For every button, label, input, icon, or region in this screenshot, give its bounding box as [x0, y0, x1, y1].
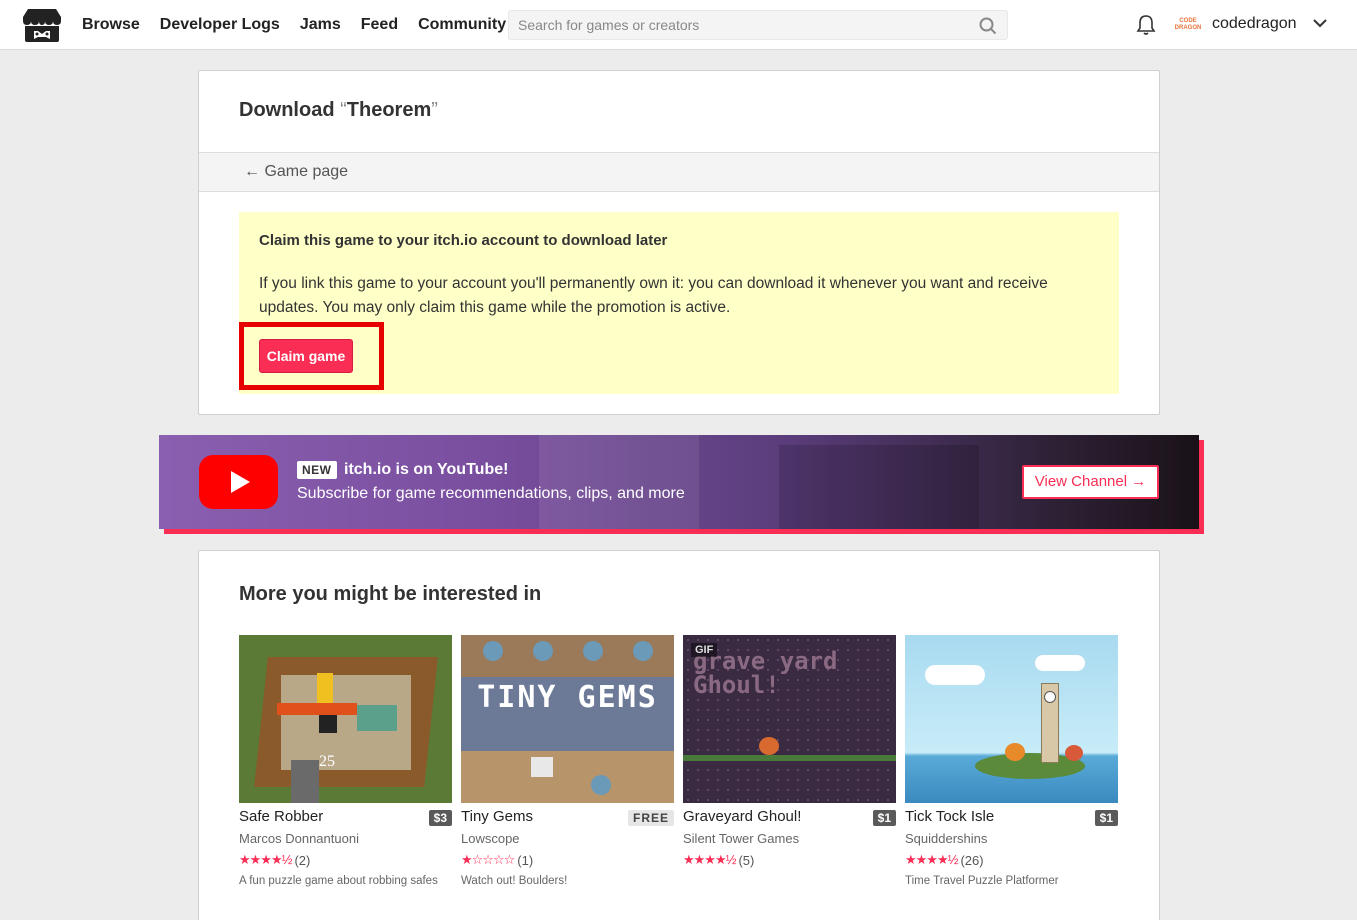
game-rating: ★★★★½ (26)	[905, 852, 984, 868]
claim-box: Claim this game to your itch.io account …	[239, 212, 1119, 394]
game-name[interactable]: Tiny Gems	[461, 808, 533, 825]
price-badge: FREE	[627, 810, 674, 826]
open-quote: “	[340, 99, 347, 121]
game-rating: ★★★★½ (5)	[683, 852, 754, 868]
nav-community[interactable]: Community	[418, 16, 506, 34]
view-channel-button[interactable]: View Channel →	[1022, 465, 1159, 499]
top-header: Browse Developer Logs Jams Feed Communit…	[0, 0, 1357, 50]
star-rating-icon: ★★★★½	[239, 852, 292, 867]
claim-heading: Claim this game to your itch.io account …	[259, 232, 668, 249]
game-page-link[interactable]: ← Game page	[244, 163, 348, 181]
star-rating-icon: ★★★★½	[683, 852, 736, 867]
game-card-safe-robber[interactable]: 25 Safe Robber $3 Marcos Donnantuoni ★★★…	[239, 635, 452, 887]
avatar-text-line: CODE	[1179, 18, 1197, 24]
rating-count: (1)	[517, 852, 534, 868]
game-card-tick-tock-isle[interactable]: Tick Tock Isle $1 Squiddershins ★★★★½ (26…	[905, 635, 1118, 887]
price-badge: $1	[872, 810, 896, 826]
game-description: Time Travel Puzzle Platformer	[905, 875, 1059, 887]
game-description: Watch out! Boulders!	[461, 875, 568, 887]
thumb-shape	[1044, 691, 1056, 703]
youtube-logo-icon	[199, 455, 278, 509]
main-nav: Browse Developer Logs Jams Feed Communit…	[82, 0, 506, 50]
thumb-shape	[533, 641, 553, 661]
nav-developer-logs[interactable]: Developer Logs	[160, 16, 280, 34]
game-author[interactable]: Squiddershins	[905, 831, 987, 846]
thumb-shape	[1005, 743, 1025, 761]
thumb-shape	[633, 641, 653, 661]
thumb-shape	[319, 715, 337, 733]
close-quote: ”	[431, 99, 438, 121]
price-badge: $3	[428, 810, 452, 826]
nav-feed[interactable]: Feed	[361, 16, 398, 34]
thumb-shape	[591, 775, 611, 795]
chevron-down-icon[interactable]	[1312, 17, 1328, 29]
game-name[interactable]: Safe Robber	[239, 808, 323, 825]
game-title: Theorem	[346, 99, 432, 121]
avatar[interactable]: CODE DRAGON	[1174, 14, 1202, 36]
recommendations-panel: More you might be interested in 25 Safe …	[198, 550, 1160, 920]
new-badge: NEW	[297, 461, 337, 479]
game-thumbnail[interactable]: TINY GEMS	[461, 635, 674, 803]
game-description: A fun puzzle game about robbing safes	[239, 875, 438, 887]
game-author[interactable]: Lowscope	[461, 831, 520, 846]
thumb-text: TINY GEMS	[477, 680, 658, 715]
star-rating-icon: ★☆☆☆☆	[461, 852, 515, 867]
youtube-title: itch.io is on YouTube!	[344, 461, 509, 478]
claim-description: If you link this game to your account yo…	[259, 275, 1048, 316]
game-thumbnail[interactable]	[905, 635, 1118, 803]
youtube-banner: NEW itch.io is on YouTube! Subscribe for…	[159, 435, 1199, 529]
rating-count: (5)	[738, 852, 755, 868]
game-page-bar: ← Game page	[199, 152, 1159, 192]
price-badge: $1	[1094, 810, 1118, 826]
thumb-shape	[583, 641, 603, 661]
page-title: Download “Theorem”	[239, 99, 438, 122]
nav-jams[interactable]: Jams	[300, 16, 341, 34]
youtube-subtitle: Subscribe for game recommendations, clip…	[297, 485, 685, 502]
rating-count: (2)	[294, 852, 311, 868]
search-icon[interactable]	[979, 17, 997, 35]
game-card-graveyard-ghoul[interactable]: grave yard Ghoul! GIF Graveyard Ghoul! $…	[683, 635, 896, 868]
thumb-text: 25	[319, 753, 335, 770]
rating-count: (26)	[960, 852, 984, 868]
banner-decoration	[779, 445, 979, 529]
title-prefix: Download	[239, 99, 341, 121]
gif-badge: GIF	[691, 643, 718, 657]
thumb-shape	[317, 673, 333, 703]
search-box	[508, 10, 1008, 40]
thumb-shape	[1065, 745, 1083, 761]
thumb-shape	[683, 755, 896, 761]
game-name[interactable]: Tick Tock Isle	[905, 808, 994, 825]
star-rating-icon: ★★★★½	[905, 852, 958, 867]
thumb-shape	[759, 737, 779, 755]
itchio-logo-icon[interactable]	[22, 7, 62, 43]
game-rating: ★☆☆☆☆ (1)	[461, 852, 533, 868]
play-icon	[231, 471, 250, 493]
game-thumbnail[interactable]: grave yard Ghoul! GIF	[683, 635, 896, 803]
banner-decoration	[539, 435, 699, 529]
game-thumbnail[interactable]: 25	[239, 635, 452, 803]
nav-browse[interactable]: Browse	[82, 16, 140, 34]
thumb-text: grave yard Ghoul!	[693, 647, 838, 699]
claim-game-button[interactable]: Claim game	[259, 339, 353, 373]
search-input[interactable]	[509, 11, 969, 39]
game-card-tiny-gems[interactable]: TINY GEMS Tiny Gems FREE Lowscope ★☆☆☆☆(…	[461, 635, 674, 887]
recommendations-heading: More you might be interested in	[239, 583, 542, 605]
avatar-text-line: DRAGON	[1174, 25, 1202, 31]
game-rating: ★★★★½ (2)	[239, 852, 310, 868]
thumb-shape	[357, 705, 397, 731]
thumb-shape	[1035, 655, 1085, 671]
download-panel: Download “Theorem” ← Game page Claim thi…	[198, 70, 1160, 415]
thumb-shape	[531, 757, 553, 777]
game-name[interactable]: Graveyard Ghoul!	[683, 808, 801, 825]
thumb-shape	[925, 665, 985, 685]
game-author[interactable]: Silent Tower Games	[683, 831, 799, 846]
thumb-shape	[291, 760, 319, 803]
username[interactable]: codedragon	[1212, 15, 1297, 33]
thumb-shape	[483, 641, 503, 661]
notification-bell-icon[interactable]	[1136, 14, 1156, 36]
game-author[interactable]: Marcos Donnantuoni	[239, 831, 359, 846]
thumb-shape	[277, 703, 357, 715]
